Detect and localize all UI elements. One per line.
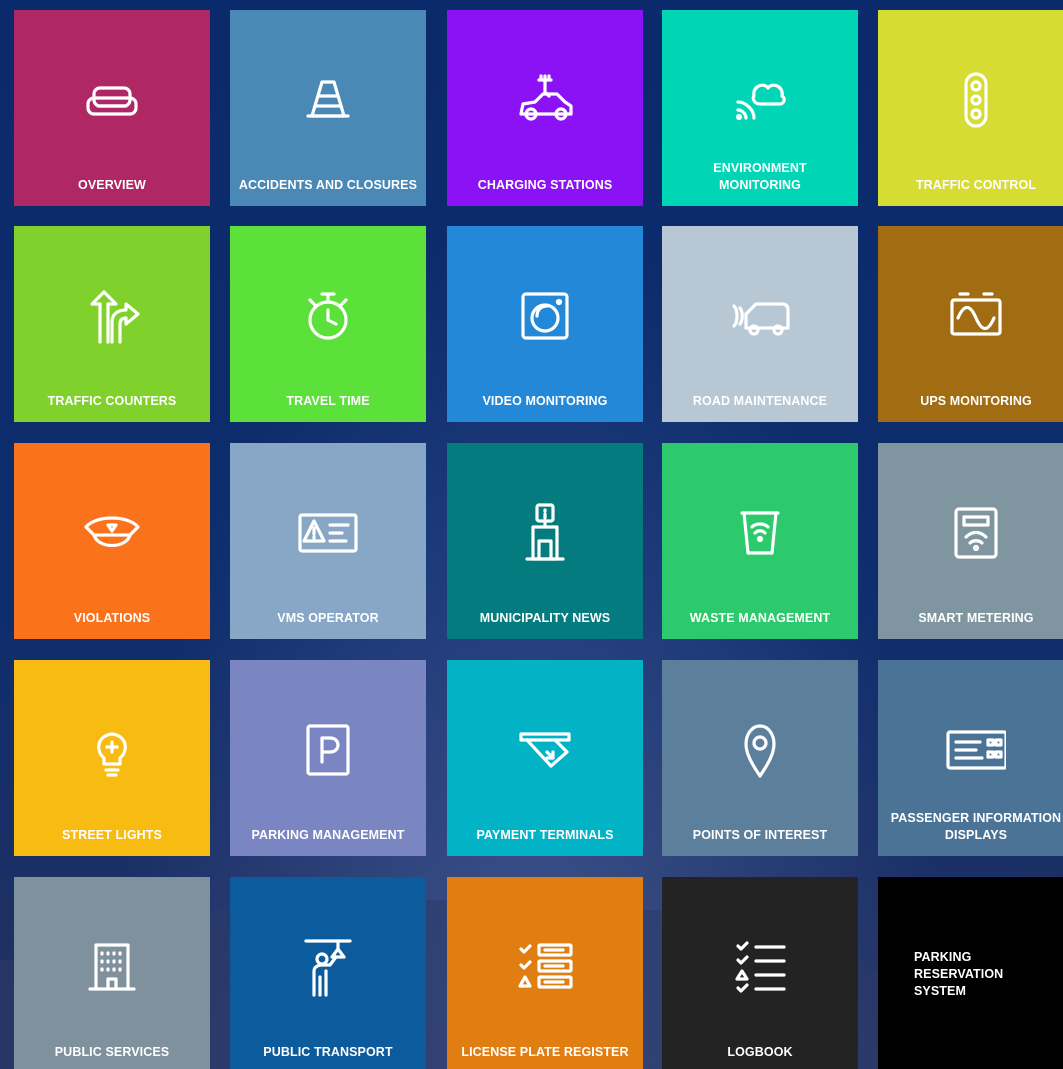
tile-parking-management[interactable]: PARKING MANAGEMENT <box>230 660 426 856</box>
tile-public-services[interactable]: PUBLIC SERVICES <box>14 877 210 1069</box>
tile-overview[interactable]: OVERVIEW <box>14 10 210 206</box>
tile-road-maintenance[interactable]: ROAD MAINTENANCE <box>662 226 858 422</box>
tile-license-plate-register[interactable]: LICENSE PLATE REGISTER <box>447 877 643 1069</box>
passenger-handle-icon <box>230 935 426 999</box>
tile-street-lights[interactable]: STREET LIGHTS <box>14 660 210 856</box>
tile-public-transport[interactable]: PUBLIC TRANSPORT <box>230 877 426 1069</box>
tile-passenger-information-displays[interactable]: PASSENGER INFORMATION DISPLAYS <box>878 660 1063 856</box>
tile-label: PARKING RESERVATION SYSTEM <box>914 950 1004 998</box>
tile-traffic-counters[interactable]: TRAFFIC COUNTERS <box>14 226 210 422</box>
tile-travel-time[interactable]: TRAVEL TIME <box>230 226 426 422</box>
tile-label: PUBLIC TRANSPORT <box>263 1045 393 1059</box>
sofa-icon <box>14 68 210 132</box>
tile-label: ENVIRONMENT MONITORING <box>713 161 807 192</box>
tile-accidents-and-closures[interactable]: ACCIDENTS AND CLOSURES <box>230 10 426 206</box>
tile-label: ACCIDENTS AND CLOSURES <box>238 178 418 192</box>
tile-label: STREET LIGHTS <box>62 828 162 842</box>
tile-label: POINTS OF INTEREST <box>692 828 828 842</box>
tile-label: VIDEO MONITORING <box>482 394 608 408</box>
tile-label: OVERVIEW <box>78 178 146 192</box>
tile-logbook[interactable]: LOGBOOK <box>662 877 858 1069</box>
tile-payment-terminals[interactable]: PAYMENT TERMINALS <box>447 660 643 856</box>
tile-label: SMART METERING <box>918 611 1034 625</box>
traffic-cone-icon <box>230 68 426 132</box>
tile-vms-operator[interactable]: VMS OPERATOR <box>230 443 426 639</box>
electric-car-icon <box>447 68 643 132</box>
road-arrows-icon <box>14 284 210 348</box>
tile-label: UPS MONITORING <box>920 394 1032 408</box>
tile-parking-reservation-system[interactable]: PARKING RESERVATION SYSTEM <box>878 877 1063 1069</box>
tile-label: PAYMENT TERMINALS <box>476 828 614 842</box>
tile-label: TRAFFIC CONTROL <box>915 178 1037 192</box>
tile-label: ROAD MAINTENANCE <box>692 394 828 408</box>
tile-label: LICENSE PLATE REGISTER <box>461 1045 629 1059</box>
tile-charging-stations[interactable]: CHARGING STATIONS <box>447 10 643 206</box>
camera-icon <box>447 284 643 348</box>
tile-environment-monitoring[interactable]: ENVIRONMENT MONITORING <box>662 10 858 206</box>
tile-label: CHARGING STATIONS <box>477 178 613 192</box>
tile-video-monitoring[interactable]: VIDEO MONITORING <box>447 226 643 422</box>
stacked-list-icon <box>447 935 643 999</box>
light-bulb-icon <box>14 718 210 782</box>
parking-sign-icon <box>230 718 426 782</box>
card-payment-icon <box>447 718 643 782</box>
display-board-icon <box>878 718 1063 782</box>
tile-traffic-control[interactable]: TRAFFIC CONTROL <box>878 10 1063 206</box>
tile-ups-monitoring[interactable]: UPS MONITORING <box>878 226 1063 422</box>
tile-label: VMS OPERATOR <box>277 611 379 625</box>
tile-label: MUNICIPALITY NEWS <box>479 611 611 625</box>
tile-violations[interactable]: VIOLATIONS <box>14 443 210 639</box>
sweeper-truck-icon <box>662 284 858 348</box>
police-cap-icon <box>14 501 210 565</box>
meter-icon <box>878 501 1063 565</box>
tile-waste-management[interactable]: WASTE MANAGEMENT <box>662 443 858 639</box>
tile-label: LOGBOOK <box>727 1045 793 1059</box>
map-pin-icon <box>662 718 858 782</box>
tile-points-of-interest[interactable]: POINTS OF INTEREST <box>662 660 858 856</box>
tile-label: VIOLATIONS <box>73 611 151 625</box>
stopwatch-icon <box>230 284 426 348</box>
tile-label: PARKING MANAGEMENT <box>251 828 405 842</box>
tile-label: WASTE MANAGEMENT <box>689 611 831 625</box>
traffic-light-icon <box>878 68 1063 132</box>
waste-bin-icon <box>662 501 858 565</box>
tile-label: TRAVEL TIME <box>286 394 370 408</box>
tile-label: TRAFFIC COUNTERS <box>47 394 177 408</box>
tile-label: PASSENGER INFORMATION DISPLAYS <box>890 811 1062 842</box>
tile-smart-metering[interactable]: SMART METERING <box>878 443 1063 639</box>
info-kiosk-icon <box>447 501 643 565</box>
building-icon <box>14 935 210 999</box>
tile-municipality-news[interactable]: MUNICIPALITY NEWS <box>447 443 643 639</box>
battery-wave-icon <box>878 284 1063 348</box>
tile-label: PUBLIC SERVICES <box>54 1045 170 1059</box>
cloud-signal-icon <box>662 68 858 132</box>
warning-sign-icon <box>230 501 426 565</box>
checklist-icon <box>662 935 858 999</box>
